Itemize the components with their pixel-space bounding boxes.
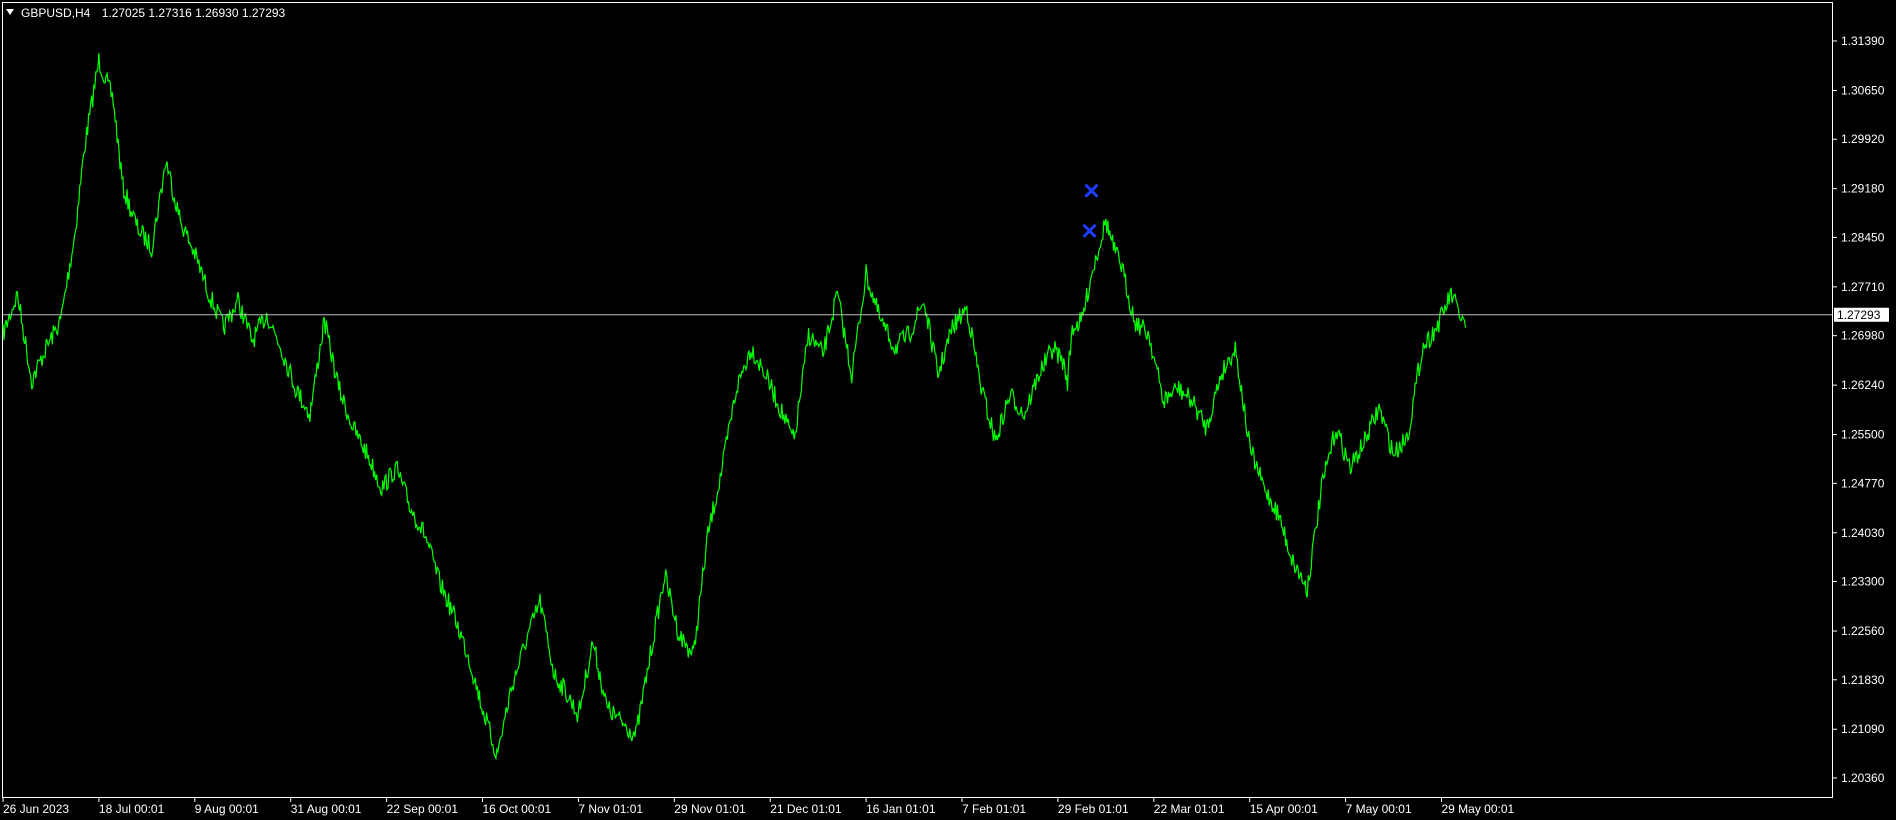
- y-tick-label: 1.28450: [1841, 230, 1885, 244]
- y-tick-label: 1.26980: [1841, 329, 1885, 343]
- y-tick-label: 1.22560: [1841, 624, 1885, 638]
- x-tick-label: 22 Sep 00:01: [387, 802, 459, 816]
- y-tick-label: 1.26240: [1841, 378, 1885, 392]
- y-tick-label: 1.21830: [1841, 673, 1885, 687]
- y-tick-label: 1.25500: [1841, 428, 1885, 442]
- x-tick-label: 18 Jul 00:01: [99, 802, 165, 816]
- y-tick-label: 1.29920: [1841, 132, 1885, 146]
- svg-text:GBPUSD,H4 1.27025 1.2731: GBPUSD,H4 1.27025 1.27316 1.26930 1.2729…: [21, 6, 286, 20]
- y-tick-label: 1.23300: [1841, 575, 1885, 589]
- chart-background: [0, 0, 1896, 820]
- current-price-label: 1.27293: [1837, 308, 1881, 322]
- y-tick-label: 1.20360: [1841, 771, 1885, 785]
- x-tick-label: 15 Apr 00:01: [1250, 802, 1318, 816]
- x-tick-label: 29 May 00:01: [1442, 802, 1515, 816]
- x-tick-label: 29 Nov 01:01: [674, 802, 746, 816]
- x-tick-label: 29 Feb 01:01: [1058, 802, 1129, 816]
- x-tick-label: 16 Oct 00:01: [483, 802, 552, 816]
- y-tick-label: 1.29180: [1841, 182, 1885, 196]
- x-tick-label: 22 Mar 01:01: [1154, 802, 1225, 816]
- x-tick-label: 7 Feb 01:01: [962, 802, 1026, 816]
- y-tick-label: 1.27710: [1841, 280, 1885, 294]
- y-tick-label: 1.31390: [1841, 34, 1885, 48]
- x-tick-label: 16 Jan 01:01: [866, 802, 936, 816]
- y-tick-label: 1.24030: [1841, 526, 1885, 540]
- x-tick-label: 9 Aug 00:01: [195, 802, 259, 816]
- y-tick-label: 1.24770: [1841, 476, 1885, 490]
- x-tick-label: 31 Aug 00:01: [291, 802, 362, 816]
- x-tick-label: 26 Jun 2023: [3, 802, 69, 816]
- x-tick-label: 7 Nov 01:01: [578, 802, 643, 816]
- y-tick-label: 1.21090: [1841, 722, 1885, 736]
- ohlc-values: 1.27025 1.27316 1.26930 1.27293: [102, 6, 286, 20]
- x-tick-label: 21 Dec 01:01: [770, 802, 842, 816]
- symbol-label: GBPUSD,H4: [21, 6, 91, 20]
- x-tick-label: 7 May 00:01: [1346, 802, 1412, 816]
- chart-header: GBPUSD,H4 1.27025 1.27316 1.26930 1.2729…: [6, 6, 286, 20]
- y-tick-label: 1.30650: [1841, 83, 1885, 97]
- price-chart[interactable]: GBPUSD,H4 1.27025 1.27316 1.26930 1.2729…: [0, 0, 1896, 820]
